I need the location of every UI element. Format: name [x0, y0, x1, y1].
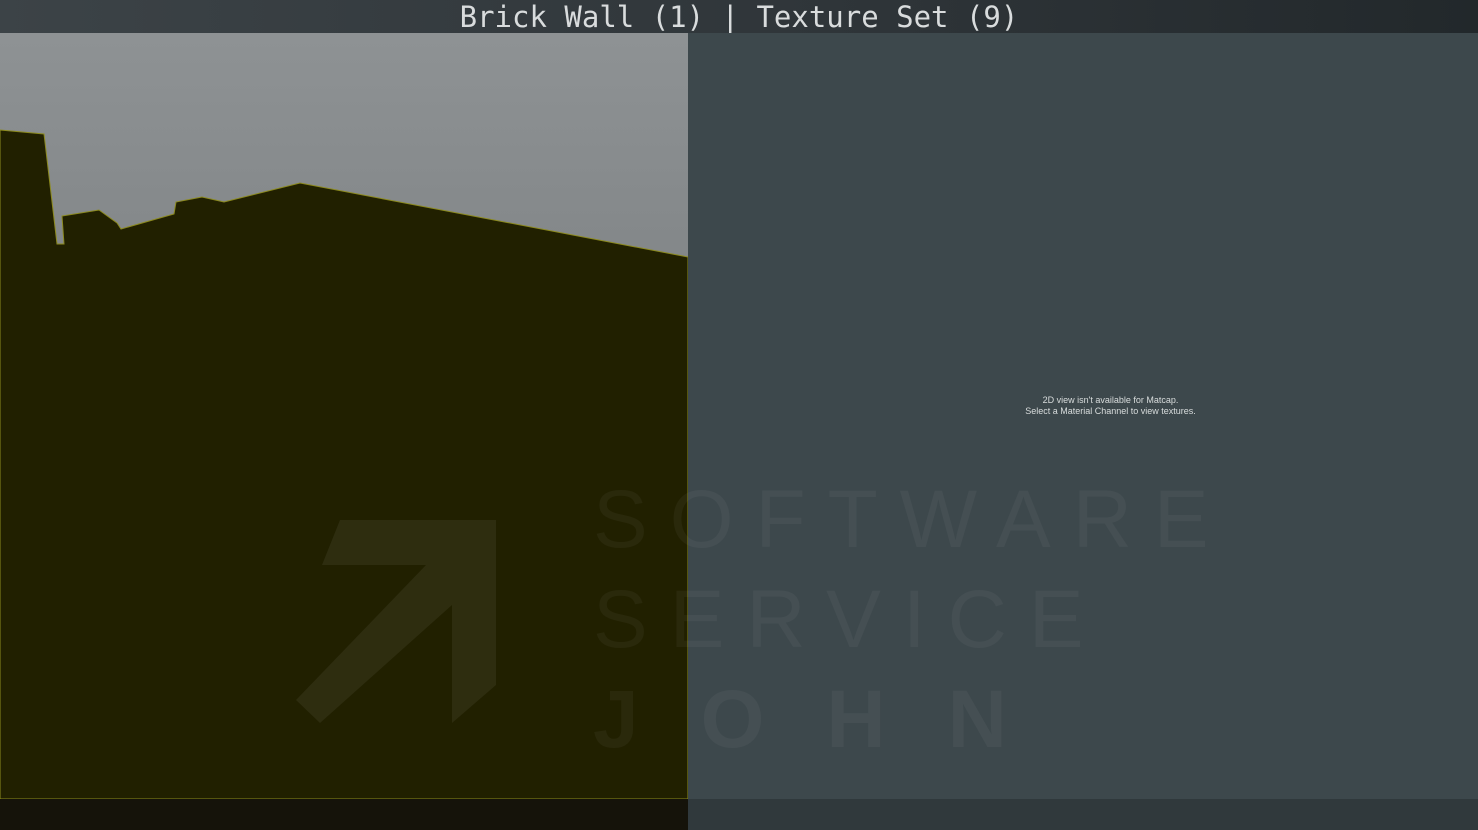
message-line-2: Select a Material Channel to view textur…: [1025, 406, 1196, 416]
message-line-1: 2D view isn't available for Matcap.: [1042, 395, 1179, 405]
viewport-3d[interactable]: [0, 33, 688, 799]
matcap-unavailable-message: 2D view isn't available for Matcap. Sele…: [688, 395, 1478, 417]
viewport-2d[interactable]: 2D view isn't available for Matcap. Sele…: [688, 33, 1478, 799]
viewport-2d-bottom-bar: [688, 799, 1478, 830]
viewport-3d-bottom-bar: [0, 799, 688, 830]
model-silhouette: [0, 129, 688, 799]
window-title: Brick Wall (1) | Texture Set (9): [0, 0, 1478, 33]
